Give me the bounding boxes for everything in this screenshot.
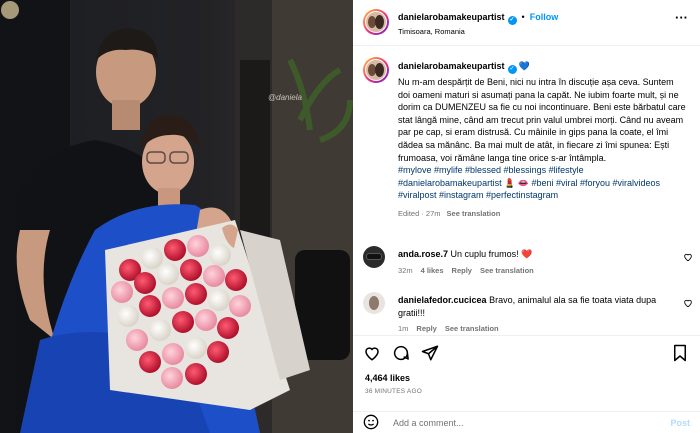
see-translation-link[interactable]: See translation: [447, 209, 501, 218]
comments-area[interactable]: danielarobamakeupartist ✓ 💙 Nu m-am despăr…: [353, 47, 700, 335]
commenter-avatar[interactable]: [363, 246, 385, 268]
likes-count[interactable]: 4,464 likes: [365, 373, 410, 383]
comment-input[interactable]: Add a comment...: [393, 418, 464, 428]
caption-username[interactable]: danielarobamakeupartist: [398, 61, 505, 71]
share-icon[interactable]: [421, 344, 439, 367]
post-button[interactable]: Post: [670, 418, 690, 428]
emoji-icon[interactable]: [363, 414, 379, 433]
author-username-row: danielarobamakeupartist ✓ • Follow: [398, 12, 558, 25]
comment-username[interactable]: danielafedor.cucicea: [398, 295, 487, 305]
edited-time: Edited · 27m: [398, 208, 441, 218]
add-comment-bar: Add a comment... Post: [353, 411, 700, 433]
post-side-panel: danielarobamakeupartist ✓ • Follow Timisoar…: [353, 0, 700, 433]
comment-likes[interactable]: 4 likes: [421, 266, 444, 275]
comment-icon[interactable]: [392, 344, 410, 367]
heart-icon[interactable]: [683, 298, 693, 310]
verified-icon: ✓: [507, 65, 517, 74]
see-translation-link[interactable]: See translation: [480, 266, 534, 275]
reply-button[interactable]: Reply: [452, 266, 472, 275]
comment-time: 1m: [398, 324, 409, 334]
reply-button[interactable]: Reply: [416, 324, 436, 333]
heart-icon[interactable]: [683, 252, 693, 264]
photo-illustration: @daniela: [0, 0, 353, 433]
separator-dot: •: [521, 12, 525, 22]
post-header: danielarobamakeupartist ✓ • Follow Timisoar…: [353, 0, 700, 46]
post-time: 36 MINUTES AGO: [365, 388, 422, 395]
caption: danielarobamakeupartist ✓ 💙 Nu m-am despăr…: [398, 60, 688, 221]
author-avatar[interactable]: [363, 9, 389, 35]
action-bar: 4,464 likes 36 MINUTES AGO: [353, 335, 700, 413]
author-username[interactable]: danielarobamakeupartist: [398, 12, 505, 22]
comment-username[interactable]: anda.rose.7: [398, 249, 448, 259]
photo-watermark: @daniela: [268, 93, 302, 102]
heart-icon[interactable]: [363, 344, 381, 367]
follow-button[interactable]: Follow: [530, 12, 559, 22]
more-icon[interactable]: ···: [675, 10, 688, 25]
caption-meta: Edited · 27m See translation: [398, 208, 688, 221]
caption-hashtags[interactable]: #mylove #mylife #blessed #blessings #lif…: [398, 164, 688, 202]
verified-icon: ✓: [507, 16, 517, 25]
commenter-avatar[interactable]: [363, 292, 385, 314]
bookmark-icon[interactable]: [671, 344, 689, 367]
post-location[interactable]: Timisoara, Romania: [398, 27, 465, 36]
caption-text: Nu m-am despărțit de Beni, nici nu intra…: [398, 77, 686, 163]
caption-avatar[interactable]: [363, 57, 389, 83]
see-translation-link[interactable]: See translation: [445, 324, 499, 333]
comment-time: 32m: [398, 265, 413, 275]
blue-heart-icon: 💙: [518, 61, 530, 71]
post-photo[interactable]: @daniela: [0, 0, 353, 433]
comment-text: Un cuplu frumos! ❤️: [450, 249, 533, 259]
